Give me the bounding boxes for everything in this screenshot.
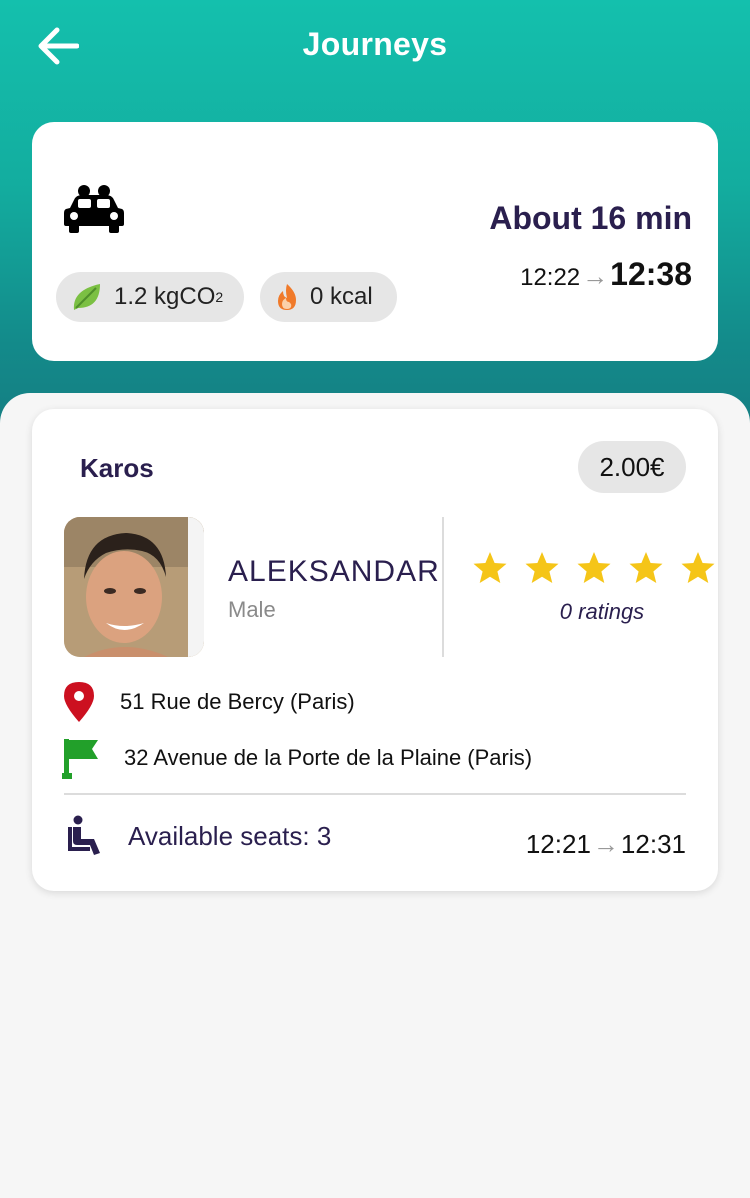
star-icon [629,552,663,583]
star-icon [525,552,559,583]
star-icon [681,552,715,583]
available-seats: Available seats: 3 [128,821,332,851]
journey-times: 12:22 → 12:38 [520,256,692,293]
carpool-offer-card[interactable]: Karos 2.00€ ALEKSANDAR Male 0 ratings 51… [32,409,718,891]
kcal-value: 0 kcal [310,283,373,310]
co2-subscript: 2 [215,289,224,305]
star-icon [473,552,507,583]
driver-name: ALEKSANDAR [228,555,440,588]
driver-avatar [64,517,204,657]
seat-icon [68,815,100,855]
arrow-right-icon: → [592,829,619,859]
departure-time: 12:21 [525,829,591,859]
rating-stars [472,551,716,585]
header-bar: Journeys [0,0,750,92]
kcal-badge: 0 kcal [260,272,397,322]
page-title: Journeys [302,26,448,62]
location-pin-icon [64,682,94,722]
ratings-count: 0 ratings [559,599,645,624]
arrival-time: 12:38 [610,256,692,292]
carpool-car-icon [64,185,124,233]
co2-value: 1.2 kgCO [114,283,216,310]
journey-duration: About 16 min [489,200,692,236]
destination-address: 32 Avenue de la Porte de la Plaine (Pari… [124,745,533,770]
star-icon [577,552,611,583]
arrow-right-icon: → [582,261,609,291]
provider-name: Karos [80,453,154,483]
arrival-time: 12:31 [620,829,686,859]
flag-icon [62,739,98,779]
divider [64,793,686,795]
departure-time: 12:22 [520,264,581,291]
leaf-icon [73,284,100,310]
price-badge: 2.00€ [578,441,686,493]
co2-badge: 1.2 kgCO 2 [56,272,244,322]
journey-summary-card[interactable]: 1.2 kgCO 2 0 kcal About 16 min 12:22 → 12… [32,122,718,361]
origin-address: 51 Rue de Bercy (Paris) [120,689,355,714]
driver-gender: Male [228,597,276,622]
divider [442,517,444,657]
driver-photo [64,517,204,657]
flame-icon [278,284,296,310]
offer-times: 12:21 → 12:31 [526,829,686,860]
